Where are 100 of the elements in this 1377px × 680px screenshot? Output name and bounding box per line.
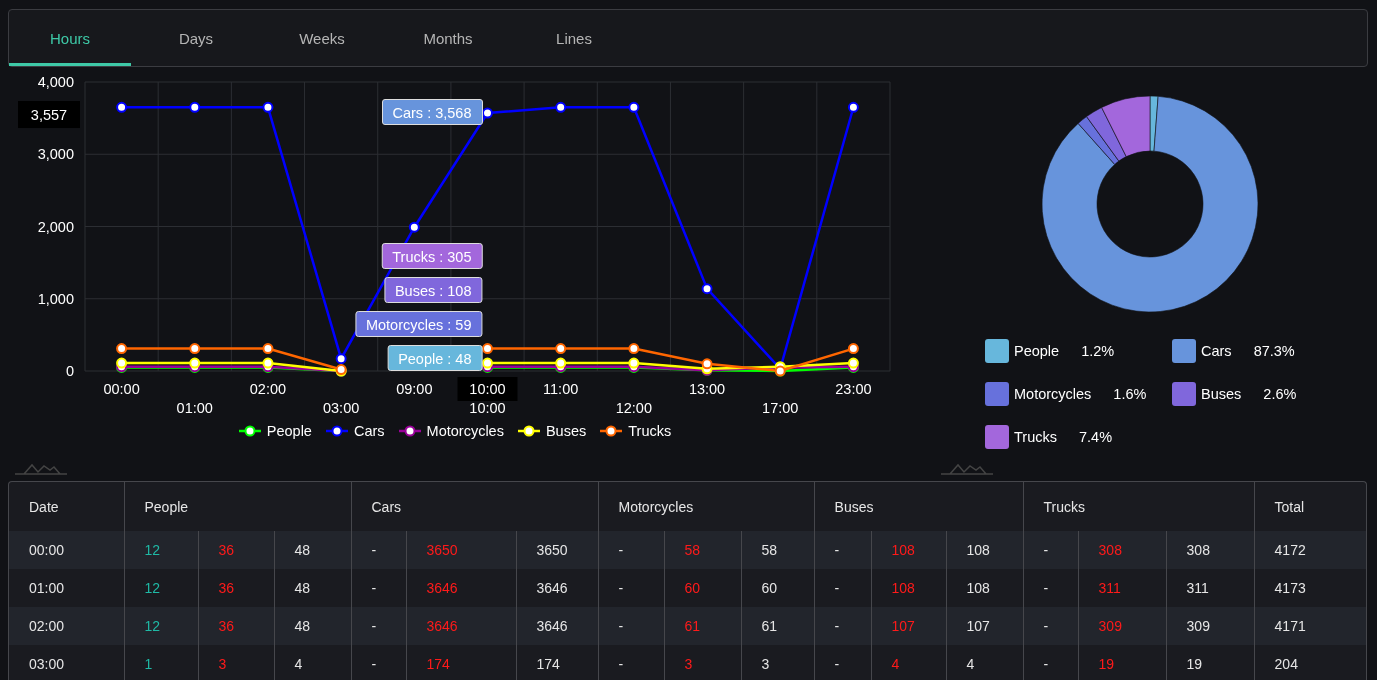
tooltip: Motorcycles : 59 — [354, 311, 483, 337]
x-crosshair-label: 10:00 — [457, 377, 518, 401]
table-cell: 308 — [1166, 531, 1255, 569]
legend-value: 2.6% — [1263, 386, 1297, 402]
column-header: People — [144, 498, 189, 515]
table-cell: 03:00 — [9, 645, 124, 680]
tooltip: People : 48 — [387, 345, 483, 371]
y-axis-label: 0 — [65, 363, 74, 379]
table-cell: - — [1023, 607, 1079, 645]
table-cell: 48 — [274, 531, 351, 569]
table-cell: 4173 — [1254, 569, 1366, 607]
table-cell: - — [598, 531, 665, 569]
column-header: Trucks — [1043, 498, 1086, 515]
table-cell: 61 — [741, 607, 815, 645]
table-cell: - — [1023, 531, 1079, 569]
table-cell: - — [598, 607, 665, 645]
y-axis-label: 2,000 — [37, 218, 74, 235]
column-header: Cars — [371, 498, 402, 515]
table-cell: 108 — [871, 569, 947, 607]
table-cell: - — [814, 531, 872, 569]
table-cell: 60 — [741, 569, 815, 607]
table-cell: 12 — [124, 607, 198, 645]
x-axis-label: 23:00 — [835, 381, 872, 397]
y-axis-label: 3,000 — [37, 146, 74, 163]
table-cell: 48 — [274, 607, 351, 645]
table-cell: 3646 — [516, 607, 599, 645]
table-cell: 107 — [946, 607, 1024, 645]
legend-value: 1.2% — [1081, 343, 1115, 359]
table-cell: 311 — [1078, 569, 1167, 607]
table-cell: 174 — [516, 645, 599, 680]
tooltip: Trucks : 305 — [381, 243, 483, 269]
table-cell: 01:00 — [9, 569, 124, 607]
table-cell: 309 — [1166, 607, 1255, 645]
table-cell: 61 — [664, 607, 742, 645]
table-cell: 308 — [1078, 531, 1167, 569]
table-cell: 02:00 — [9, 607, 124, 645]
table-cell: 3 — [198, 645, 274, 680]
table-cell: 19 — [1166, 645, 1255, 680]
table-cell: 3650 — [516, 531, 599, 569]
table-cell: 19 — [1078, 645, 1167, 680]
table-cell: 4 — [946, 645, 1024, 680]
table-cell: 3 — [741, 645, 815, 680]
table-cell: 174 — [406, 645, 516, 680]
x-axis-label: 03:00 — [323, 400, 360, 416]
table-cell: - — [814, 645, 872, 680]
column-header: Buses — [834, 498, 874, 515]
table-cell: 108 — [946, 531, 1024, 569]
table-cell: 36 — [198, 531, 274, 569]
table-cell: - — [1023, 645, 1079, 680]
x-axis-label: 00:00 — [103, 381, 140, 397]
table-cell: 3646 — [516, 569, 599, 607]
table-cell: - — [351, 607, 406, 645]
table-cell: - — [351, 569, 406, 607]
table-cell: 3650 — [406, 531, 516, 569]
legend-value: 87.3% — [1253, 343, 1295, 359]
table-cell: 00:00 — [9, 531, 124, 569]
table-cell: 36 — [198, 607, 274, 645]
column-header: Date — [29, 498, 59, 515]
table-cell: - — [814, 607, 872, 645]
table-cell: 309 — [1078, 607, 1167, 645]
table-cell: - — [1023, 569, 1079, 607]
table-cell: 3646 — [406, 569, 516, 607]
column-header: Motorcycles — [618, 498, 694, 515]
table-cell: - — [598, 645, 665, 680]
table-cell: - — [814, 569, 872, 607]
table-cell: - — [351, 645, 406, 680]
table-cell: 58 — [664, 531, 742, 569]
table-cell: 48 — [274, 569, 351, 607]
table-cell: 36 — [198, 569, 274, 607]
table-cell: 3646 — [406, 607, 516, 645]
y-axis-label: 1,000 — [37, 290, 74, 307]
table-cell: 4172 — [1254, 531, 1366, 569]
y-crosshair-label: 3,557 — [18, 101, 80, 128]
table-cell: 4 — [274, 645, 351, 680]
x-axis-label: 10:00 — [469, 400, 506, 416]
table-cell: 107 — [871, 607, 947, 645]
x-tick-label: 10:00 — [469, 381, 506, 397]
table-cell: 4171 — [1254, 607, 1366, 645]
x-axis-label: 01:00 — [176, 400, 213, 416]
table-cell: 108 — [946, 569, 1024, 607]
tooltip: Cars : 3,568 — [381, 99, 483, 126]
y-axis-label: 4,000 — [37, 74, 74, 90]
table-cell: 58 — [741, 531, 815, 569]
x-axis-label: 17:00 — [762, 400, 799, 416]
table-cell: 12 — [124, 569, 198, 607]
legend-value: 7.4% — [1078, 429, 1113, 445]
x-axis-label: 09:00 — [396, 381, 433, 397]
table-cell: 204 — [1254, 645, 1366, 680]
legend-value: 1.6% — [1113, 386, 1147, 402]
x-axis-label: 02:00 — [249, 381, 287, 397]
x-axis-label: 12:00 — [615, 400, 652, 416]
table-cell: 12 — [124, 531, 198, 569]
table-cell: 1 — [124, 645, 198, 680]
table-cell: - — [351, 531, 406, 569]
x-axis-label: 11:00 — [543, 381, 579, 397]
column-header: Total — [1274, 498, 1305, 515]
table-cell: 4 — [871, 645, 947, 680]
table-cell: 311 — [1166, 569, 1255, 607]
table-cell: - — [598, 569, 665, 607]
table-cell: 3 — [664, 645, 742, 680]
